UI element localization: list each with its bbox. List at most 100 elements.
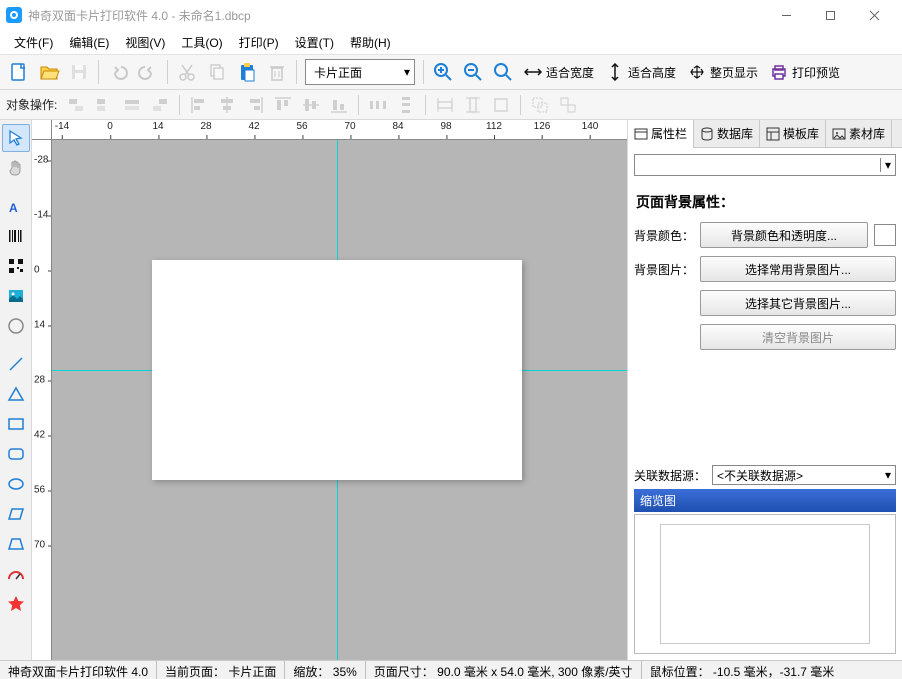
- menu-view[interactable]: 视图(V): [117, 31, 173, 54]
- align-vcenter[interactable]: [298, 93, 324, 117]
- zoom-out-button[interactable]: [459, 58, 487, 86]
- circle-outline-tool[interactable]: [2, 312, 30, 340]
- assets-icon: [832, 127, 846, 141]
- menu-edit[interactable]: 编辑(E): [61, 31, 117, 54]
- print-preview-button[interactable]: 打印预览: [764, 59, 846, 85]
- gauge-tool[interactable]: [2, 560, 30, 588]
- parallelogram-tool[interactable]: [2, 500, 30, 528]
- chevron-down-icon: ▾: [880, 158, 891, 172]
- rect-tool[interactable]: [2, 410, 30, 438]
- image-tool[interactable]: [2, 282, 30, 310]
- menu-tools[interactable]: 工具(O): [173, 31, 230, 54]
- save-button[interactable]: [65, 58, 93, 86]
- new-button[interactable]: [5, 58, 33, 86]
- delete-button[interactable]: [263, 58, 291, 86]
- align-btn-3[interactable]: [119, 93, 145, 117]
- panel-body: ▾ 页面背景属性： 背景颜色： 背景颜色和透明度... 背景图片： 选择常用背景…: [628, 148, 902, 660]
- open-button[interactable]: [35, 58, 63, 86]
- bg-image-clear-button[interactable]: 清空背景图片: [700, 324, 896, 350]
- star-tool[interactable]: [2, 590, 30, 618]
- fit-height-button[interactable]: 适合高度: [600, 59, 682, 85]
- ellipse-tool[interactable]: [2, 470, 30, 498]
- print-icon: [770, 63, 788, 81]
- fit-width-button[interactable]: 适合宽度: [518, 59, 600, 85]
- tab-assets[interactable]: 素材库: [826, 120, 892, 148]
- align-top[interactable]: [270, 93, 296, 117]
- qrcode-tool[interactable]: [2, 252, 30, 280]
- object-select-dropdown[interactable]: ▾: [634, 154, 896, 176]
- tab-database[interactable]: 数据库: [694, 120, 760, 148]
- bg-image-common-button[interactable]: 选择常用背景图片...: [700, 256, 896, 282]
- zoom-reset-button[interactable]: [489, 58, 517, 86]
- right-panel: 属性栏 数据库 模板库 素材库 ▾ 页面背景属性： 背景颜色：: [627, 120, 902, 660]
- bg-color-button[interactable]: 背景颜色和透明度...: [700, 222, 868, 248]
- fit-width-icon: [524, 63, 542, 81]
- align-btn-4[interactable]: [147, 93, 173, 117]
- same-width[interactable]: [432, 93, 458, 117]
- status-pos: 鼠标位置： -10.5 毫米，-31.7 毫米: [642, 661, 902, 679]
- workspace: A -14014284256708498112126140 -28-140142…: [0, 120, 902, 660]
- menu-print[interactable]: 打印(P): [231, 31, 287, 54]
- main-toolbar: 卡片正面 ▾ 适合宽度 适合高度 整页显示 打印预览: [0, 54, 902, 90]
- triangle-tool[interactable]: [2, 380, 30, 408]
- barcode-tool[interactable]: [2, 222, 30, 250]
- bg-image-other-button[interactable]: 选择其它背景图片...: [700, 290, 896, 316]
- minimize-button[interactable]: [764, 1, 808, 29]
- menu-help[interactable]: 帮助(H): [342, 31, 399, 54]
- maximize-button[interactable]: [808, 1, 852, 29]
- align-hcenter[interactable]: [214, 93, 240, 117]
- datasource-select[interactable]: <不关联数据源> ▾: [712, 465, 896, 485]
- same-height[interactable]: [460, 93, 486, 117]
- copy-button[interactable]: [203, 58, 231, 86]
- full-page-button[interactable]: 整页显示: [682, 59, 764, 85]
- canvas-stage[interactable]: [52, 140, 627, 660]
- close-button[interactable]: [852, 1, 896, 29]
- fit-height-icon: [606, 63, 624, 81]
- bg-section-title: 页面背景属性：: [636, 192, 896, 212]
- left-toolstrip: A: [0, 120, 32, 660]
- vertical-ruler: -28-1401428425670: [32, 140, 52, 660]
- bg-image-label: 背景图片：: [634, 261, 694, 278]
- menu-settings[interactable]: 设置(T): [287, 31, 342, 54]
- titlebar: 神奇双面卡片打印软件 4.0 - 未命名1.dbcp: [0, 0, 902, 30]
- align-bottom[interactable]: [326, 93, 352, 117]
- full-page-icon: [688, 63, 706, 81]
- thumbnail-header: 缩览图: [634, 489, 896, 512]
- align-btn-1[interactable]: [63, 93, 89, 117]
- status-zoom: 缩放： 35%: [285, 661, 365, 679]
- cut-button[interactable]: [173, 58, 201, 86]
- canvas-area: -14014284256708498112126140 -28-14014284…: [32, 120, 627, 660]
- paste-button[interactable]: [233, 58, 261, 86]
- dist-h[interactable]: [365, 93, 391, 117]
- template-icon: [766, 127, 780, 141]
- ungroup[interactable]: [555, 93, 581, 117]
- redo-button[interactable]: [134, 58, 162, 86]
- tab-templates[interactable]: 模板库: [760, 120, 826, 148]
- text-tool[interactable]: A: [2, 192, 30, 220]
- select-tool[interactable]: [2, 124, 30, 152]
- page-side-select[interactable]: 卡片正面 ▾: [305, 59, 415, 85]
- align-left[interactable]: [186, 93, 212, 117]
- roundrect-tool[interactable]: [2, 440, 30, 468]
- hand-tool[interactable]: [2, 154, 30, 182]
- chevron-down-icon: ▾: [885, 468, 891, 482]
- statusbar: 神奇双面卡片打印软件 4.0 当前页面： 卡片正面 缩放： 35% 页面尺寸： …: [0, 660, 902, 679]
- svg-text:A: A: [9, 201, 18, 215]
- menubar: 文件(F) 编辑(E) 视图(V) 工具(O) 打印(P) 设置(T) 帮助(H…: [0, 30, 902, 54]
- align-right[interactable]: [242, 93, 268, 117]
- undo-button[interactable]: [104, 58, 132, 86]
- group[interactable]: [527, 93, 553, 117]
- database-icon: [700, 127, 714, 141]
- zoom-in-button[interactable]: [429, 58, 457, 86]
- card-page[interactable]: [152, 260, 522, 480]
- dist-v[interactable]: [393, 93, 419, 117]
- menu-file[interactable]: 文件(F): [6, 31, 61, 54]
- horizontal-ruler: -14014284256708498112126140: [52, 120, 627, 140]
- trapezoid-tool[interactable]: [2, 530, 30, 558]
- same-size[interactable]: [488, 93, 514, 117]
- datasource-label: 关联数据源：: [634, 467, 706, 484]
- bg-color-swatch[interactable]: [874, 224, 896, 246]
- align-btn-2[interactable]: [91, 93, 117, 117]
- tab-properties[interactable]: 属性栏: [628, 120, 694, 148]
- line-tool[interactable]: [2, 350, 30, 378]
